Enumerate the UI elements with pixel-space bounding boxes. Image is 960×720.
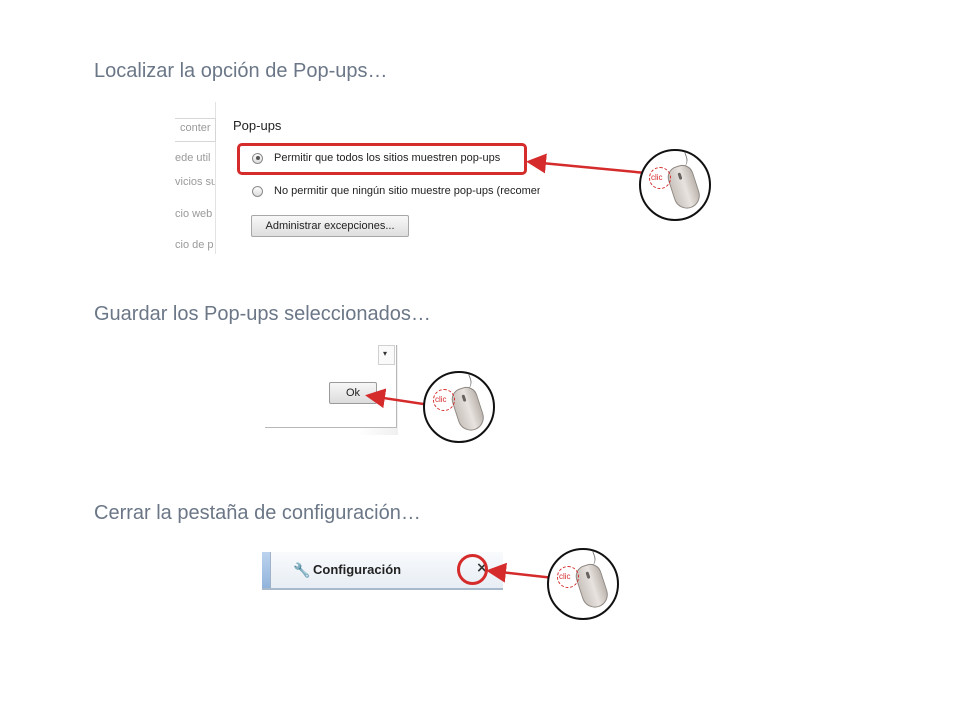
step-1-heading: Localizar la opción de Pop-ups… (94, 60, 388, 82)
wrench-icon: 🔧 (293, 563, 311, 579)
tab-title: Configuración (313, 562, 402, 577)
cropped-text-2: vicios su (175, 176, 215, 188)
dropdown-arrow-button[interactable]: ▾ (378, 345, 395, 365)
click-label: clic (651, 173, 663, 182)
click-label: clic (559, 572, 571, 581)
radio-block-popups[interactable]: No permitir que ningún sitio muestre pop… (252, 182, 540, 200)
click-label: clic (435, 395, 447, 404)
radio-button-icon[interactable] (252, 185, 263, 197)
chevron-down-icon: ▾ (383, 349, 388, 358)
cropped-text-4: cio de p (175, 239, 214, 251)
arrow-to-allow-option (526, 153, 647, 175)
manage-exceptions-button[interactable]: Administrar excepciones... (251, 215, 409, 237)
mouse-icon (572, 561, 612, 611)
step-3-heading: Cerrar la pestaña de configuración… (94, 502, 421, 524)
mouse-click-illustration-2: clic (423, 371, 495, 443)
cropped-text-3: cio web (175, 208, 213, 220)
popups-section-title: Pop-ups (233, 118, 282, 133)
ok-dialog-crop: ▾ Ok (265, 345, 398, 435)
mouse-click-illustration-1: clic (639, 149, 711, 221)
mouse-click-illustration-3: clic (547, 548, 619, 620)
mouse-icon (448, 384, 488, 434)
cropped-text-1: ede util (175, 152, 211, 164)
tab-bottom-border (262, 588, 503, 590)
radio-block-label: No permitir que ningún sitio muestre pop… (274, 185, 540, 197)
allow-option-highlight (237, 143, 527, 175)
ok-button[interactable]: Ok (329, 382, 377, 404)
popups-settings-crop: conter ede util vicios su cio web cio de… (175, 102, 540, 254)
settings-search-input[interactable]: conter (175, 118, 216, 142)
mouse-icon (664, 162, 704, 212)
search-placeholder: conter (180, 122, 211, 134)
close-tab-highlight (457, 554, 488, 585)
previous-tab-edge (262, 552, 270, 590)
step-2-heading: Guardar los Pop-ups seleccionados… (94, 303, 431, 325)
